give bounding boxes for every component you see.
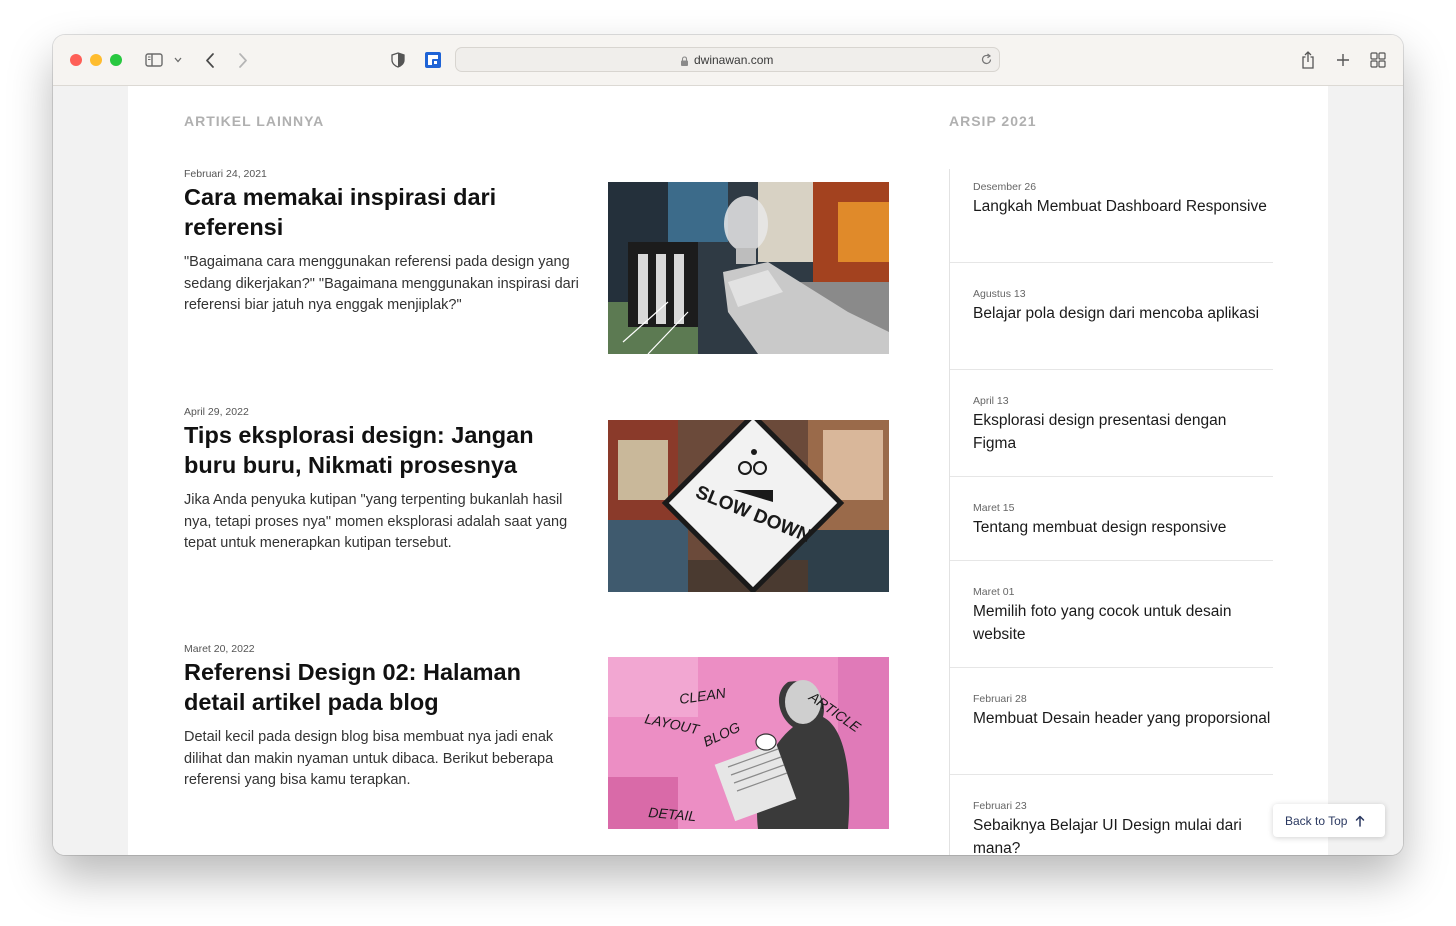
- chevron-down-icon[interactable]: [172, 48, 184, 72]
- archive-title[interactable]: Tentang membuat design responsive: [973, 516, 1273, 539]
- article-date: Februari 24, 2021: [184, 168, 267, 180]
- archive-date: Februari 23: [973, 800, 1027, 812]
- article-title[interactable]: Cara memakai inspirasi dari referensi: [184, 182, 584, 242]
- back-to-top-label: Back to Top: [1285, 813, 1348, 828]
- tab-overview-icon[interactable]: [1368, 48, 1388, 72]
- page-content: ARTIKEL LAINNYA ARSIP 2021 Februari 24, …: [128, 86, 1328, 855]
- archive-title[interactable]: Langkah Membuat Dashboard Responsive: [973, 195, 1273, 218]
- archive-date: Februari 28: [973, 693, 1027, 705]
- article-excerpt: Jika Anda penyuka kutipan "yang terpenti…: [184, 492, 568, 552]
- url-text[interactable]: dwinawan.com: [694, 53, 773, 67]
- archive-divider: [950, 262, 1273, 263]
- archive-list: Desember 26 Langkah Membuat Dashboard Re…: [949, 169, 1273, 855]
- articles-section-title: ARTIKEL LAINNYA: [184, 113, 325, 129]
- archive-section-title: ARSIP 2021: [949, 113, 1037, 129]
- sidebar-icon[interactable]: [143, 48, 165, 72]
- close-window-button[interactable]: [70, 54, 82, 66]
- article-title[interactable]: Referensi Design 02: Halaman detail arti…: [184, 657, 584, 717]
- archive-divider: [950, 476, 1273, 477]
- archive-title[interactable]: Eksplorasi design presentasi dengan Figm…: [973, 409, 1273, 455]
- article-card[interactable]: April 29, 2022 Tips eksplorasi design: J…: [184, 406, 889, 592]
- archive-divider: [950, 774, 1273, 775]
- archive-title[interactable]: Sebaiknya Belajar UI Design mulai dari m…: [973, 814, 1273, 855]
- article-card[interactable]: Februari 24, 2021 Cara memakai inspirasi…: [184, 168, 889, 354]
- reload-icon[interactable]: [980, 53, 993, 71]
- minimize-window-button[interactable]: [90, 54, 102, 66]
- back-icon[interactable]: [201, 48, 219, 72]
- article-card[interactable]: Maret 20, 2022 Referensi Design 02: Hala…: [184, 643, 889, 829]
- lock-icon: [680, 54, 689, 72]
- archive-date: Agustus 13: [973, 288, 1026, 300]
- web-viewport: ARTIKEL LAINNYA ARSIP 2021 Februari 24, …: [53, 86, 1403, 855]
- arrow-up-icon: [1356, 815, 1365, 827]
- archive-date: Maret 01: [973, 586, 1015, 598]
- browser-window: dwinawan.com ARTIKEL LAINNYA ARSIP 2021 …: [53, 35, 1403, 855]
- address-bar[interactable]: dwinawan.com: [455, 47, 1000, 72]
- archive-divider: [950, 667, 1273, 668]
- new-tab-icon[interactable]: [1334, 48, 1352, 72]
- archive-divider: [950, 560, 1273, 561]
- archive-date: Desember 26: [973, 181, 1037, 193]
- article-thumbnail-slow-down[interactable]: SLOW DOWN: [608, 420, 889, 592]
- archive-date: April 13: [973, 395, 1009, 407]
- forward-icon[interactable]: [234, 48, 252, 72]
- article-title[interactable]: Tips eksplorasi design: Jangan buru buru…: [184, 420, 584, 480]
- article-date: April 29, 2022: [184, 406, 249, 418]
- article-thumbnail-lightbulb[interactable]: [608, 182, 889, 354]
- zoom-window-button[interactable]: [110, 54, 122, 66]
- shield-icon[interactable]: [389, 48, 407, 72]
- share-icon[interactable]: [1299, 48, 1317, 72]
- article-excerpt: Detail kecil pada design blog bisa membu…: [184, 729, 554, 789]
- back-to-top-button[interactable]: Back to Top: [1273, 804, 1385, 837]
- archive-title[interactable]: Memilih foto yang cocok untuk desain web…: [973, 600, 1273, 646]
- archive-title[interactable]: Membuat Desain header yang proporsional: [973, 707, 1273, 730]
- archive-divider: [950, 369, 1273, 370]
- article-date: Maret 20, 2022: [184, 643, 255, 655]
- article-thumbnail-newspaper[interactable]: CLEAN LAYOUT BLOG ARTICLE DETAIL: [608, 657, 889, 829]
- archive-title[interactable]: Belajar pola design dari mencoba aplikas…: [973, 302, 1273, 325]
- article-excerpt: "Bagaimana cara menggunakan referensi pa…: [184, 254, 579, 314]
- extension-icon[interactable]: [423, 48, 443, 72]
- archive-date: Maret 15: [973, 502, 1015, 514]
- browser-toolbar: dwinawan.com: [53, 35, 1403, 86]
